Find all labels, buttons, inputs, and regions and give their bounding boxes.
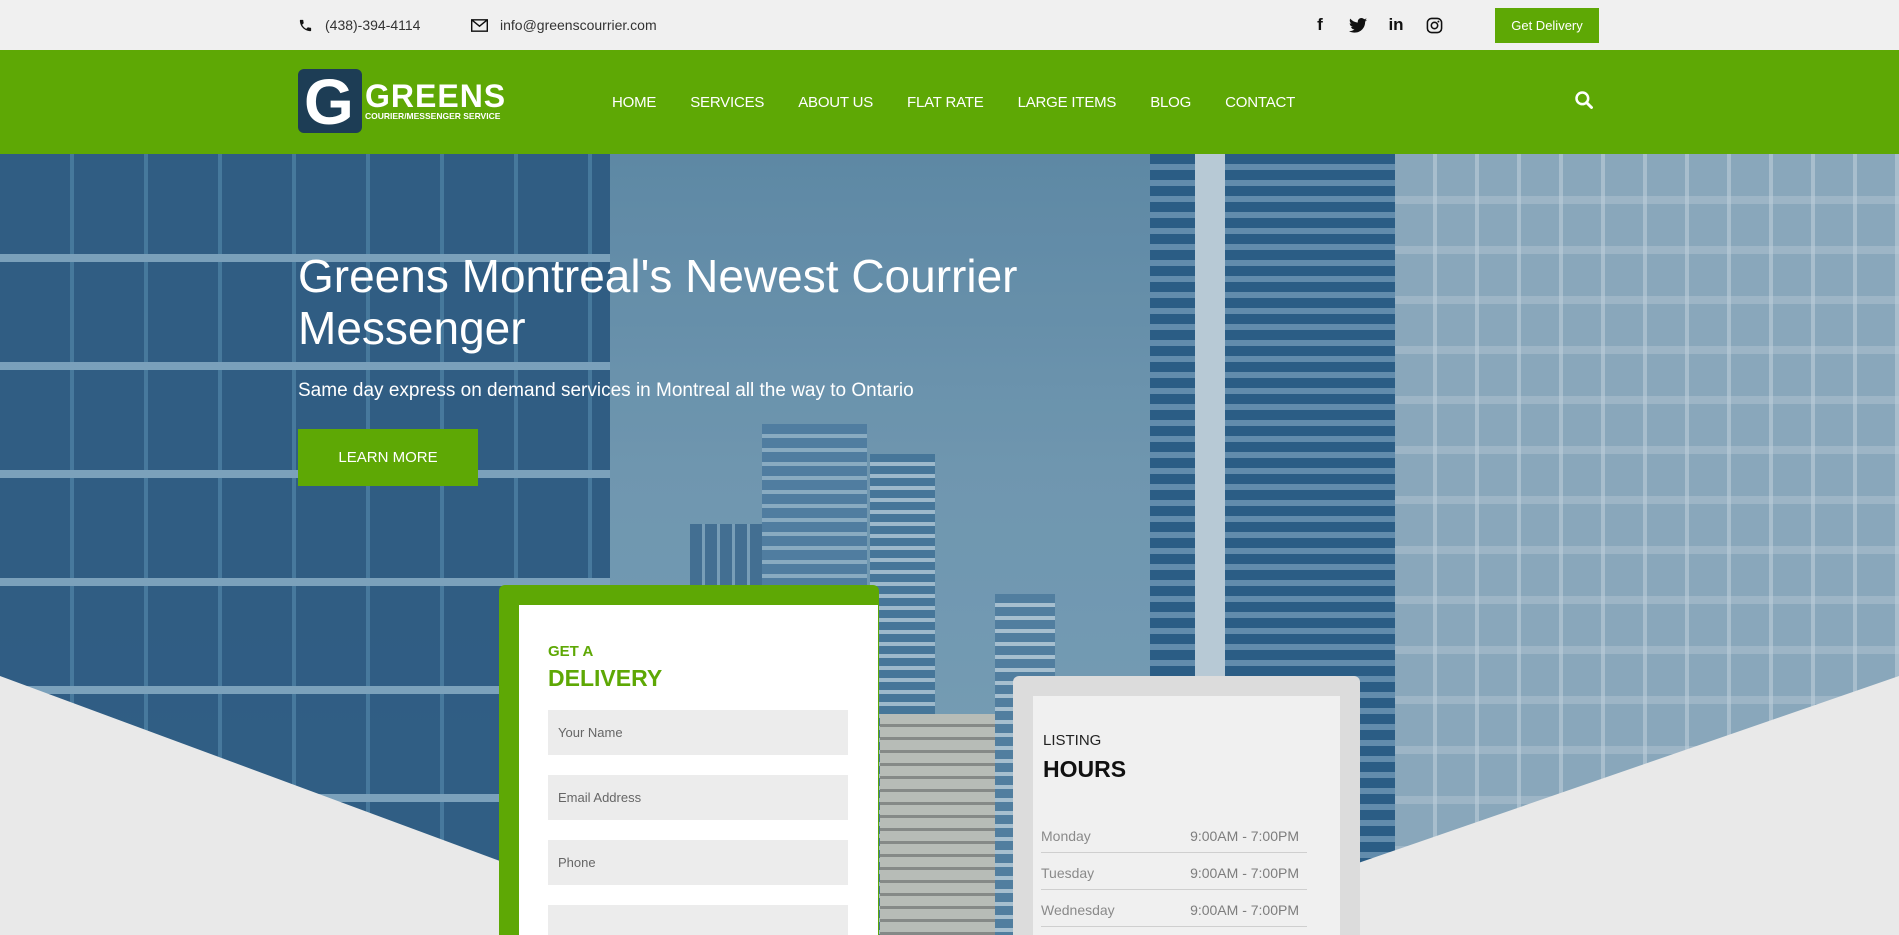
get-delivery-button[interactable]: Get Delivery — [1495, 8, 1599, 43]
hours-row: Tuesday 9:00AM - 7:00PM — [1041, 853, 1307, 890]
nav-menu: HOME SERVICES ABOUT US FLAT RATE LARGE I… — [612, 50, 1329, 154]
nav-item-blog[interactable]: BLOG — [1150, 94, 1191, 111]
main-nav: G GREENS COURIER/MESSENGER SERVICE HOME … — [0, 50, 1899, 154]
hero-title: Greens Montreal's Newest Courrier Messen… — [298, 250, 1018, 354]
hours-time: 9:00AM - 7:00PM — [1190, 828, 1299, 844]
hero-subtitle: Same day express on demand services in M… — [298, 380, 914, 401]
hours-time: 9:00AM - 7:00PM — [1190, 865, 1299, 881]
delivery-pre-heading: GET A — [548, 643, 594, 660]
social-links: f in — [1310, 14, 1444, 36]
logo-text: GREENS COURIER/MESSENGER SERVICE — [365, 78, 507, 121]
logo-name: GREENS — [365, 78, 507, 114]
facebook-icon[interactable]: f — [1310, 14, 1330, 36]
site-logo[interactable]: G GREENS COURIER/MESSENGER SERVICE — [298, 69, 506, 133]
hours-card: LISTING HOURS Monday 9:00AM - 7:00PM Tue… — [1013, 676, 1360, 935]
instagram-icon[interactable] — [1424, 14, 1444, 36]
nav-item-home[interactable]: HOME — [612, 94, 656, 111]
logo-badge: G — [298, 69, 362, 133]
hours-row: Wednesday 9:00AM - 7:00PM — [1041, 890, 1307, 927]
hours-day: Tuesday — [1041, 865, 1095, 881]
logo-tagline: COURIER/MESSENGER SERVICE — [365, 111, 501, 121]
email-contact[interactable]: info@greenscourrier.com — [471, 0, 657, 50]
twitter-icon[interactable] — [1348, 14, 1368, 36]
nav-item-flat-rate[interactable]: FLAT RATE — [907, 94, 984, 111]
email-address: info@greenscourrier.com — [500, 17, 657, 33]
hero-section: Greens Montreal's Newest Courrier Messen… — [0, 154, 1899, 935]
hours-pre-heading: LISTING — [1043, 732, 1102, 749]
hours-day: Wednesday — [1041, 902, 1115, 918]
name-field[interactable] — [548, 710, 848, 755]
phone-number: (438)-394-4114 — [325, 17, 421, 33]
nav-item-about-us[interactable]: ABOUT US — [798, 94, 873, 111]
phone-contact[interactable]: (438)-394-4114 — [298, 0, 420, 50]
nav-item-contact[interactable]: CONTACT — [1225, 94, 1295, 111]
top-bar: (438)-394-4114 info@greenscourrier.com f… — [0, 0, 1899, 50]
nav-item-services[interactable]: SERVICES — [690, 94, 764, 111]
delivery-form: GET A DELIVERY — [519, 605, 878, 935]
nav-item-large-items[interactable]: LARGE ITEMS — [1018, 94, 1117, 111]
search-icon[interactable] — [1574, 90, 1594, 115]
hours-heading: HOURS — [1043, 756, 1127, 782]
delivery-heading: DELIVERY — [548, 665, 663, 691]
hours-day: Monday — [1041, 828, 1091, 844]
linkedin-icon[interactable]: in — [1386, 14, 1406, 36]
phone-field[interactable] — [548, 840, 848, 885]
next-field[interactable] — [548, 905, 848, 935]
hours-time: 9:00AM - 7:00PM — [1190, 902, 1299, 918]
learn-more-button[interactable]: LEARN MORE — [298, 429, 478, 486]
phone-icon — [299, 19, 312, 31]
logo-letter: G — [304, 69, 354, 133]
mail-icon — [471, 18, 488, 32]
delivery-form-card: GET A DELIVERY — [499, 585, 879, 935]
email-field[interactable] — [548, 775, 848, 820]
hours-row: Monday 9:00AM - 7:00PM — [1041, 816, 1307, 853]
